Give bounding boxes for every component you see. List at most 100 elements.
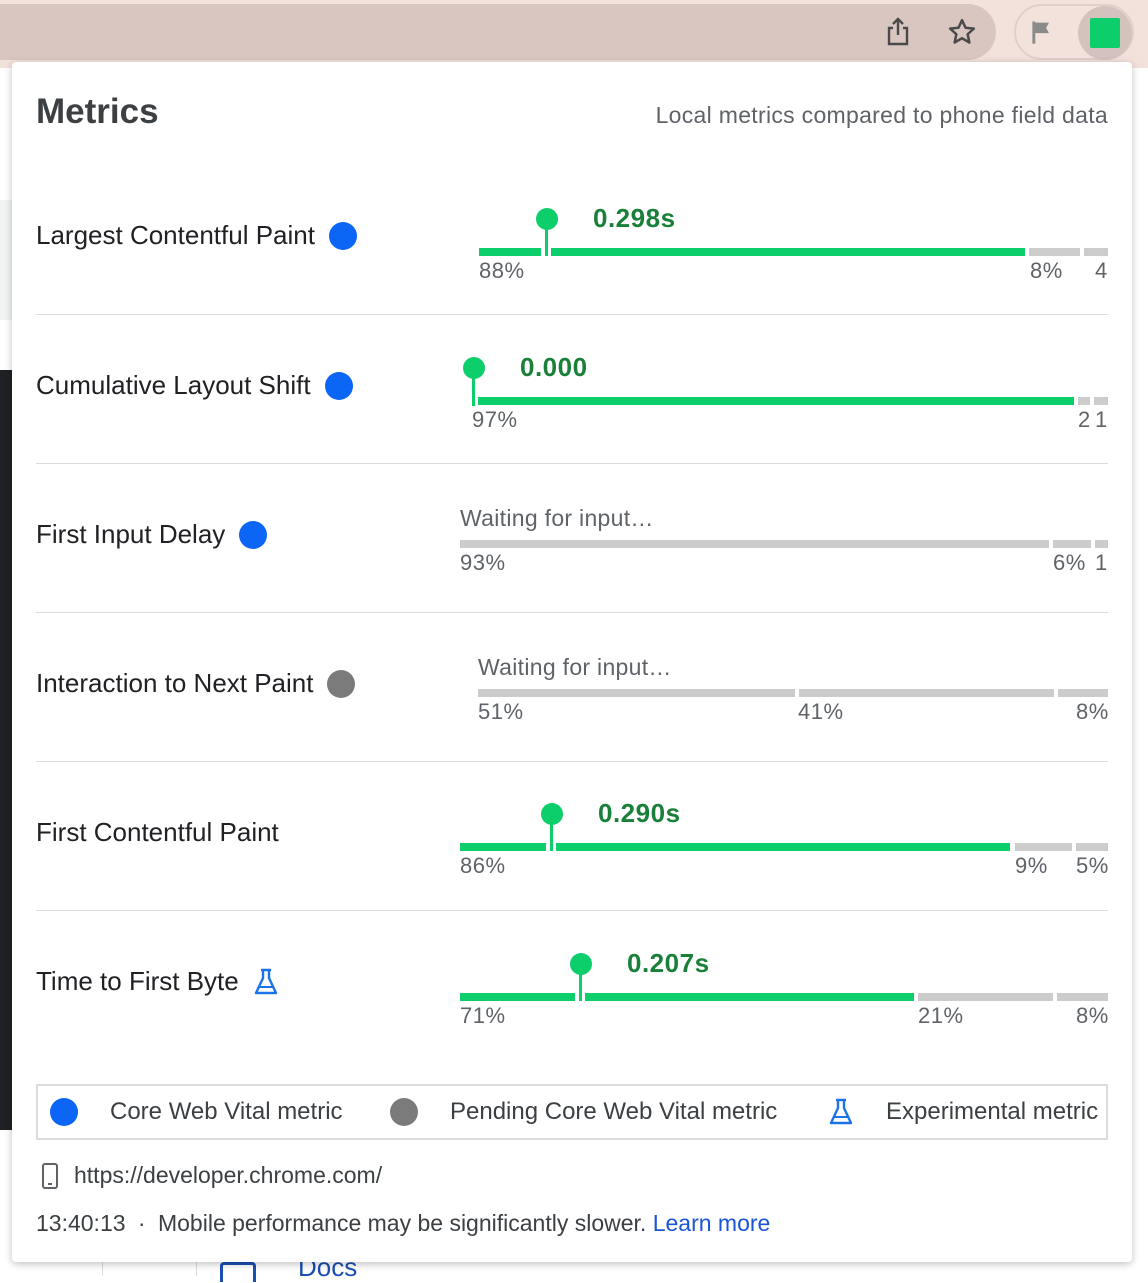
metric-ttfb-pct-needs-improvement: 21%	[918, 1003, 964, 1028]
metric-fcp-pct-good: 86%	[460, 853, 506, 878]
experimental-flask-icon	[254, 968, 277, 994]
timestamp: 13:40:13	[36, 1210, 126, 1236]
footer-note-row: 13:40:13 · Mobile performance may be sig…	[36, 1210, 770, 1237]
core-web-vital-icon	[324, 371, 353, 400]
metric-ttfb-marker-stem	[579, 971, 582, 1001]
metric-lcp-value: 0.298s	[593, 203, 676, 233]
metric-inp-pct-needs-improvement: 41%	[798, 699, 844, 724]
legend-experimental-label: Experimental metric	[886, 1098, 1099, 1125]
separator: ·	[137, 1210, 146, 1236]
pending-core-web-vital-icon	[327, 669, 356, 698]
metric-inp-pct-poor: 8%	[1076, 699, 1109, 724]
metric-inp-label: Interaction to Next Paint	[36, 668, 356, 699]
metric-ttfb-bar-good	[585, 993, 914, 1001]
metric-lcp-label: Largest Contentful Paint	[36, 220, 357, 251]
background-page-band	[0, 200, 12, 320]
metric-cls-bar-needs-improvement	[1078, 397, 1090, 405]
mobile-note: Mobile performance may be significantly …	[157, 1210, 647, 1236]
phone-icon	[42, 1162, 58, 1189]
background-page	[0, 68, 12, 178]
core-web-vital-icon	[239, 520, 268, 549]
background-page-dark-panel	[0, 370, 12, 1130]
legend-core: Core Web Vital metric	[50, 1098, 343, 1126]
metric-fcp-bar-poor	[1076, 843, 1108, 851]
metric-lcp-bar-good	[479, 248, 541, 256]
metric-fid-bar-good	[460, 540, 1049, 548]
metric-fcp-pct-needs-improvement: 9%	[1015, 853, 1048, 878]
divider	[36, 314, 1108, 315]
metric-name: Time to First Byte	[36, 966, 239, 996]
metric-cls-marker	[463, 357, 485, 379]
star-icon[interactable]	[942, 12, 982, 52]
metric-inp-bar-poor	[1058, 689, 1108, 697]
web-vitals-extension-icon[interactable]	[1078, 6, 1132, 60]
metric-lcp-pct-poor: 4	[1095, 258, 1108, 283]
metric-fid-pct-poor: 1	[1095, 550, 1108, 575]
metric-fcp-label: First Contentful Paint	[36, 817, 279, 848]
experimental-flask-icon	[829, 1098, 853, 1125]
divider	[36, 612, 1108, 613]
metric-name: First Input Delay	[36, 519, 226, 549]
metric-ttfb-value: 0.207s	[627, 948, 710, 978]
legend-core-label: Core Web Vital metric	[110, 1098, 343, 1125]
metric-ttfb-bar-needs-improvement	[918, 993, 1053, 1001]
metric-fcp-marker-stem	[550, 821, 553, 851]
metric-fid-bar-needs-improvement	[1053, 540, 1091, 548]
page-url: https://developer.chrome.com/	[74, 1162, 383, 1188]
metric-fid-bar-poor	[1095, 540, 1108, 548]
legend-pending-label: Pending Core Web Vital metric	[450, 1098, 778, 1125]
learn-more-link[interactable]: Learn more	[653, 1210, 771, 1236]
metric-name: Cumulative Layout Shift	[36, 370, 311, 400]
metric-cls-bar-good	[478, 397, 1074, 405]
web-vitals-badge	[1090, 18, 1120, 48]
core-web-vital-icon	[328, 221, 357, 250]
metric-cls-marker-stem	[472, 375, 475, 406]
divider	[36, 463, 1108, 464]
share-icon[interactable]	[878, 12, 918, 52]
metric-fcp-bar-needs-improvement	[1015, 843, 1072, 851]
metric-cls-bar-poor	[1094, 397, 1108, 405]
metric-lcp-marker	[536, 208, 558, 230]
metric-name: Largest Contentful Paint	[36, 220, 315, 250]
metric-fid-pct-good: 93%	[460, 550, 506, 575]
metric-cls-label: Cumulative Layout Shift	[36, 370, 353, 401]
metric-inp-bar-good	[478, 689, 795, 697]
metric-name: First Contentful Paint	[36, 817, 279, 847]
metric-fcp-pct-poor: 5%	[1076, 853, 1109, 878]
metric-ttfb-pct-poor: 8%	[1076, 1003, 1109, 1028]
metric-fid-pct-needs-improvement: 6%	[1053, 550, 1086, 575]
popup-subtitle: Local metrics compared to phone field da…	[655, 102, 1108, 128]
divider	[36, 761, 1108, 762]
core-web-vital-icon	[50, 1098, 78, 1126]
metric-fid-label: First Input Delay	[36, 519, 268, 550]
legend-pending: Pending Core Web Vital metric	[390, 1098, 777, 1126]
metric-lcp-marker-stem	[545, 226, 548, 256]
metric-lcp-bar-poor	[1084, 248, 1108, 256]
metric-lcp-pct-needs-improvement: 8%	[1030, 258, 1063, 283]
flag-icon[interactable]	[1022, 12, 1062, 52]
metric-cls-pct-poor: 1	[1095, 407, 1108, 432]
metric-fid-status: Waiting for input…	[460, 505, 654, 531]
metric-ttfb-pct-good: 71%	[460, 1003, 506, 1028]
metric-inp-pct-good: 51%	[478, 699, 524, 724]
metric-name: Interaction to Next Paint	[36, 668, 314, 698]
metric-ttfb-label: Time to First Byte	[36, 966, 279, 997]
metric-ttfb-bar-poor	[1057, 993, 1108, 1001]
metric-fcp-bar-good	[556, 843, 1010, 851]
metric-lcp-bar-good	[551, 248, 1025, 256]
browser-toolbar	[0, 0, 1148, 68]
metric-fcp-marker	[541, 803, 563, 825]
address-bar[interactable]	[0, 4, 996, 60]
legend-experimental: Experimental metric	[828, 1098, 1098, 1126]
metrics-popup: Metrics Local metrics compared to phone …	[12, 62, 1132, 1262]
metric-cls-value: 0.000	[520, 352, 588, 382]
popup-title: Metrics	[36, 92, 159, 131]
metric-lcp-bar-needs-improvement	[1029, 248, 1080, 256]
metric-cls-pct-good: 97%	[472, 407, 518, 432]
docs-icon	[220, 1262, 256, 1282]
metric-cls-pct-needs-improvement: 2	[1078, 407, 1091, 432]
pending-core-web-vital-icon	[390, 1098, 418, 1126]
divider	[36, 910, 1108, 911]
metric-inp-status: Waiting for input…	[478, 654, 672, 680]
metric-ttfb-bar-good	[460, 993, 575, 1001]
